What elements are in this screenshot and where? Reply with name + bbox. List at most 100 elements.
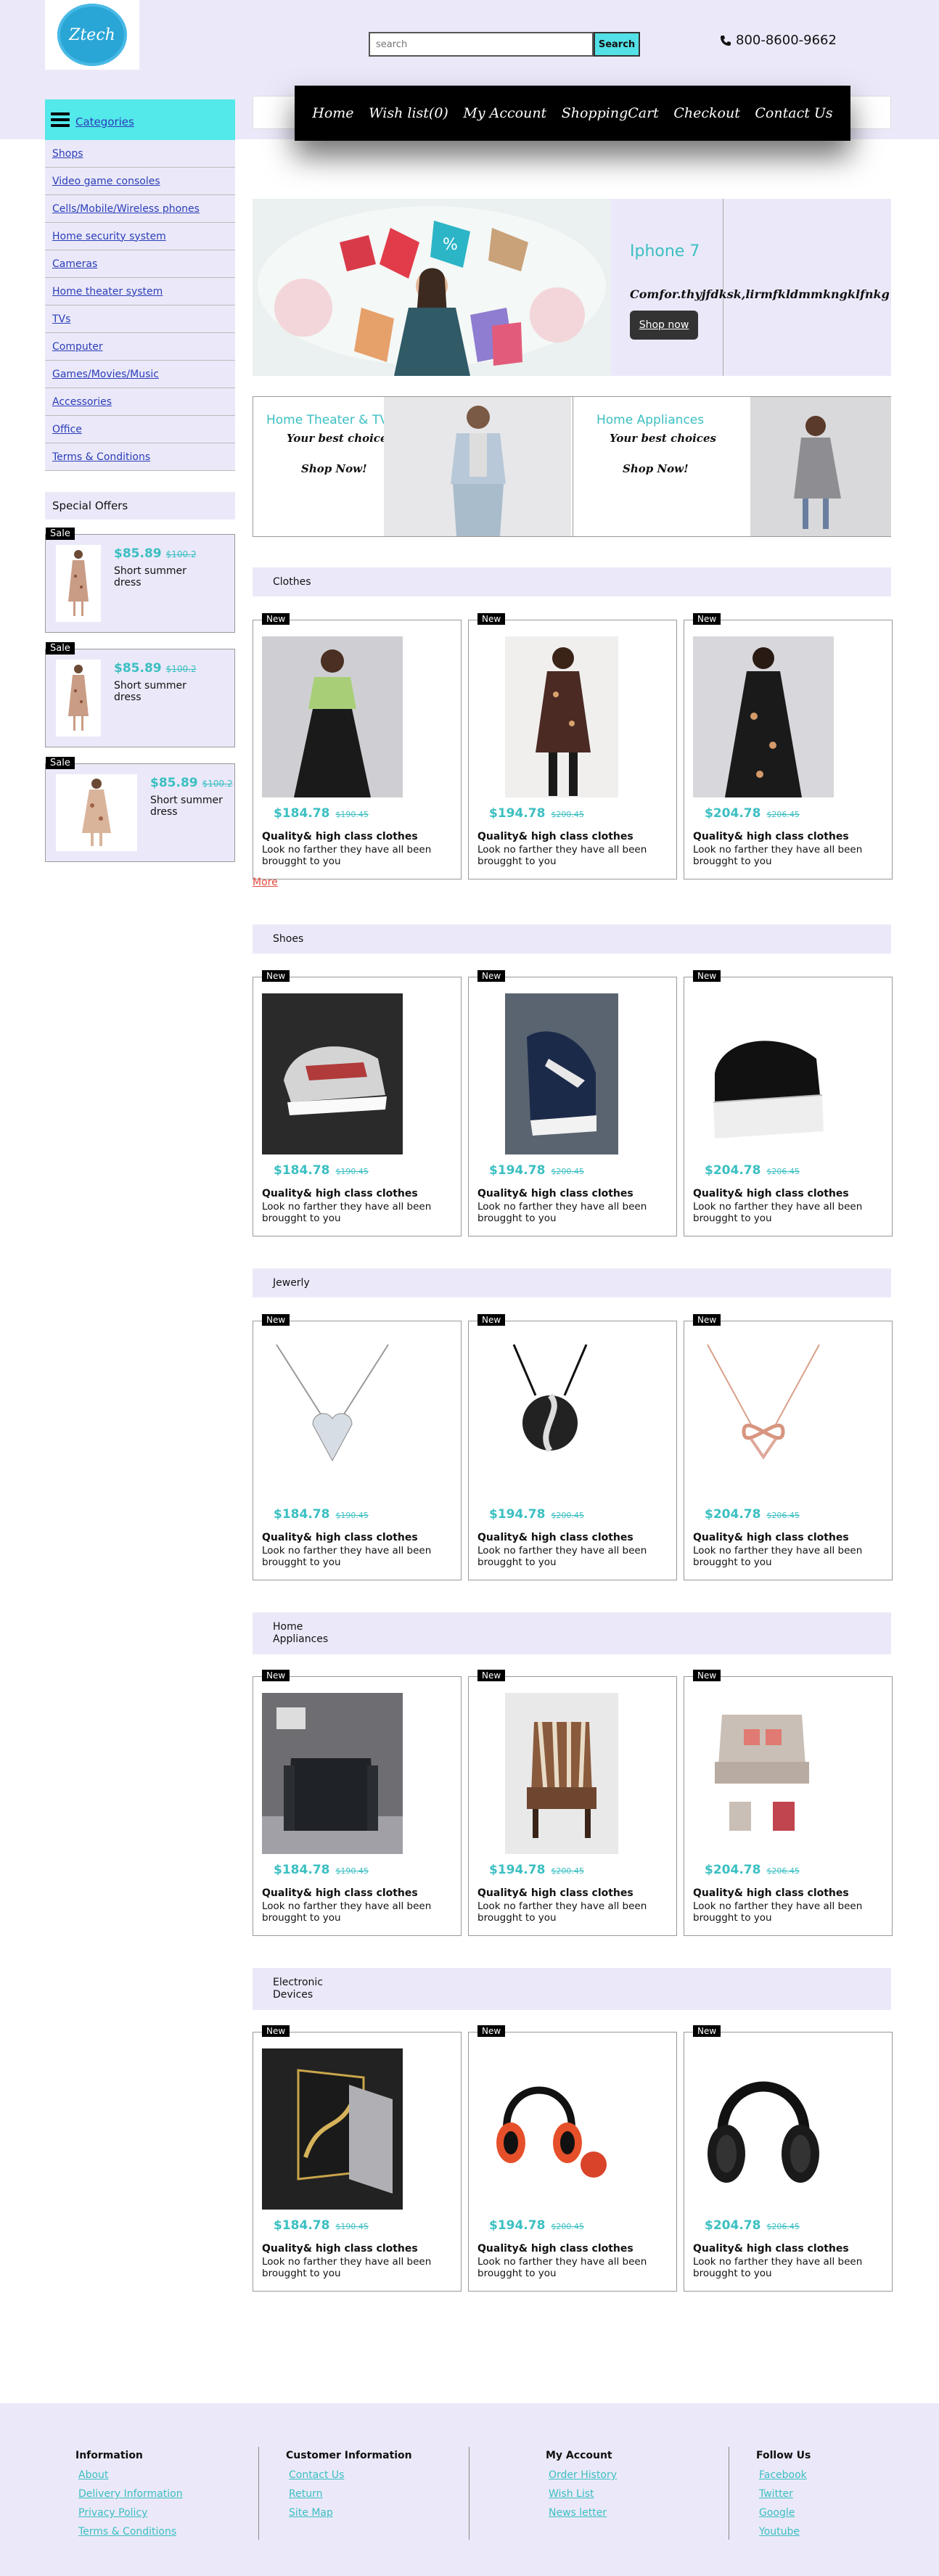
product-old-price: $200.45 — [551, 810, 584, 819]
product-desc: Look no farther they have all been broug… — [693, 1201, 863, 1224]
category-item[interactable]: Shops — [45, 140, 235, 168]
product-title[interactable]: Quality& high class clothes — [693, 1532, 849, 1543]
product-image[interactable] — [477, 2048, 618, 2210]
product-card[interactable]: New $204.78 $206.45 Quality& high class c… — [684, 613, 893, 879]
nav-contact-us[interactable]: Contact Us — [755, 105, 832, 121]
more-link[interactable]: More — [253, 877, 278, 888]
product-card[interactable]: New $184.78 $190.45 Quality& high class c… — [253, 1314, 462, 1580]
product-image[interactable] — [262, 1693, 403, 1854]
product-title[interactable]: Quality& high class clothes — [477, 2243, 633, 2255]
product-card[interactable]: New $204.78 $206.45 Quality& high class c… — [684, 2025, 893, 2292]
product-title[interactable]: Quality& high class clothes — [262, 1532, 418, 1543]
category-item[interactable]: TVs — [45, 305, 235, 333]
promo-home-appliances[interactable]: Home Appliances Your best choices Shop N… — [573, 397, 891, 536]
nav-wishlist[interactable]: Wish list(0) — [369, 105, 448, 121]
product-card[interactable]: New $194.78 $200.45 Quality& high class c… — [468, 1670, 677, 1936]
product-card[interactable]: New $194.78 $200.45 Quality& high class c… — [468, 1314, 677, 1580]
category-item[interactable]: Terms & Conditions — [45, 443, 235, 471]
product-title[interactable]: Quality& high class clothes — [693, 831, 849, 842]
offer-card[interactable]: Sale $85.89 $100.2 Short summer dress — [45, 757, 235, 862]
category-item[interactable]: Home theater system — [45, 278, 235, 305]
footer-link[interactable]: Contact Us — [289, 2466, 412, 2485]
footer-link[interactable]: Site Map — [289, 2503, 412, 2522]
product-title[interactable]: Quality& high class clothes — [477, 831, 633, 842]
category-item[interactable]: Cells/Mobile/Wireless phones — [45, 195, 235, 223]
category-item[interactable]: Office — [45, 416, 235, 443]
footer-link[interactable]: Wish List — [549, 2485, 617, 2503]
product-card[interactable]: New $204.78 $206.45 Quality& high class c… — [684, 970, 893, 1236]
footer-link[interactable]: Twitter — [759, 2485, 811, 2503]
product-image[interactable] — [262, 636, 403, 797]
product-image[interactable] — [693, 1693, 834, 1854]
nav-home[interactable]: Home — [312, 105, 353, 121]
product-title[interactable]: Quality& high class clothes — [477, 1887, 633, 1899]
categories-title[interactable]: Categories — [75, 115, 134, 128]
product-title[interactable]: Quality& high class clothes — [262, 1188, 418, 1199]
offer-name[interactable]: Short summer dress — [114, 680, 194, 703]
product-card[interactable]: New $184.78 $190.45 Quality& high class c… — [253, 1670, 462, 1936]
product-title[interactable]: Quality& high class clothes — [693, 1887, 849, 1899]
footer-link[interactable]: Delivery Information — [78, 2485, 183, 2503]
product-image[interactable] — [505, 636, 618, 797]
footer-link[interactable]: Google — [759, 2503, 811, 2522]
product-title[interactable]: Quality& high class clothes — [262, 2243, 418, 2255]
nav-checkout[interactable]: Checkout — [673, 105, 739, 121]
footer-link[interactable]: About — [78, 2466, 183, 2485]
category-item[interactable]: Cameras — [45, 250, 235, 278]
product-image[interactable] — [693, 1337, 834, 1498]
footer-link[interactable]: Terms & Conditions — [78, 2522, 183, 2541]
categories-header[interactable]: Categories — [45, 99, 235, 140]
product-image[interactable] — [262, 1337, 403, 1498]
product-image[interactable] — [262, 2048, 403, 2210]
category-item[interactable]: Computer — [45, 333, 235, 361]
product-image[interactable] — [693, 2048, 834, 2210]
product-title[interactable]: Quality& high class clothes — [262, 1887, 418, 1899]
search-input[interactable] — [369, 32, 594, 57]
product-title[interactable]: Quality& high class clothes — [693, 1188, 849, 1199]
product-card[interactable]: New $184.78 $190.45 Quality& high class c… — [253, 2025, 462, 2292]
product-title[interactable]: Quality& high class clothes — [477, 1532, 633, 1543]
product-price-block: $194.78 $200.45 — [489, 806, 584, 821]
footer-link[interactable]: Return — [289, 2485, 412, 2503]
product-card[interactable]: New $194.78 $200.45 Quality& high class c… — [468, 970, 677, 1236]
offer-old-price: $100.2 — [165, 664, 197, 674]
product-image[interactable] — [477, 1337, 618, 1498]
site-logo[interactable]: Ztech — [45, 0, 139, 70]
footer-link[interactable]: Privacy Policy — [78, 2503, 183, 2522]
product-image[interactable] — [505, 993, 618, 1154]
product-image[interactable] — [693, 993, 834, 1154]
offer-name[interactable]: Short summer dress — [150, 795, 230, 818]
product-card[interactable]: New $184.78 $190.45 Quality& high class c… — [253, 613, 462, 879]
product-card[interactable]: New $194.78 $200.45 Quality& high class c… — [468, 2025, 677, 2292]
shop-now-button[interactable]: Shop now — [630, 311, 698, 340]
offer-name[interactable]: Short summer dress — [114, 565, 194, 588]
footer-link[interactable]: Order History — [549, 2466, 617, 2485]
section-title: Home Appliances — [273, 1621, 329, 1645]
nav-shopping-cart[interactable]: ShoppingCart — [562, 105, 659, 121]
footer-link[interactable]: Youtube — [759, 2522, 811, 2541]
product-card[interactable]: New $184.78 $190.45 Quality& high class c… — [253, 970, 462, 1236]
product-image[interactable] — [262, 993, 403, 1154]
footer-link[interactable]: News letter — [549, 2503, 617, 2522]
promo-home-theater[interactable]: Home Theater & TV Your best choices Shop… — [253, 397, 573, 536]
footer-link[interactable]: Facebook — [759, 2466, 811, 2485]
product-card[interactable]: New $204.78 $206.45 Quality& high class c… — [684, 1670, 893, 1936]
section-title: Electronic Devices — [273, 1977, 324, 2001]
nav-my-account[interactable]: My Account — [463, 105, 546, 121]
product-title[interactable]: Quality& high class clothes — [477, 1188, 633, 1199]
product-title[interactable]: Quality& high class clothes — [262, 831, 418, 842]
product-card[interactable]: New $204.78 $206.45 Quality& high class c… — [684, 1314, 893, 1580]
product-card[interactable]: New $194.78 $200.45 Quality& high class c… — [468, 613, 677, 879]
category-item[interactable]: Video game consoles — [45, 168, 235, 195]
search-button[interactable]: Search — [594, 32, 640, 57]
category-item[interactable]: Home security system — [45, 223, 235, 250]
product-title[interactable]: Quality& high class clothes — [693, 2243, 849, 2255]
product-image[interactable] — [505, 1693, 618, 1854]
product-image[interactable] — [693, 636, 834, 797]
offer-card[interactable]: Sale $85.89 $100.2 Short summer dress — [45, 642, 235, 747]
promo-shop-now[interactable]: Shop Now! — [301, 462, 367, 475]
category-item[interactable]: Games/Movies/Music — [45, 361, 235, 388]
offer-card[interactable]: Sale $85.89 $100.2 Short summer dress — [45, 528, 235, 633]
promo-shop-now[interactable]: Shop Now! — [623, 462, 689, 475]
category-item[interactable]: Accessories — [45, 388, 235, 416]
